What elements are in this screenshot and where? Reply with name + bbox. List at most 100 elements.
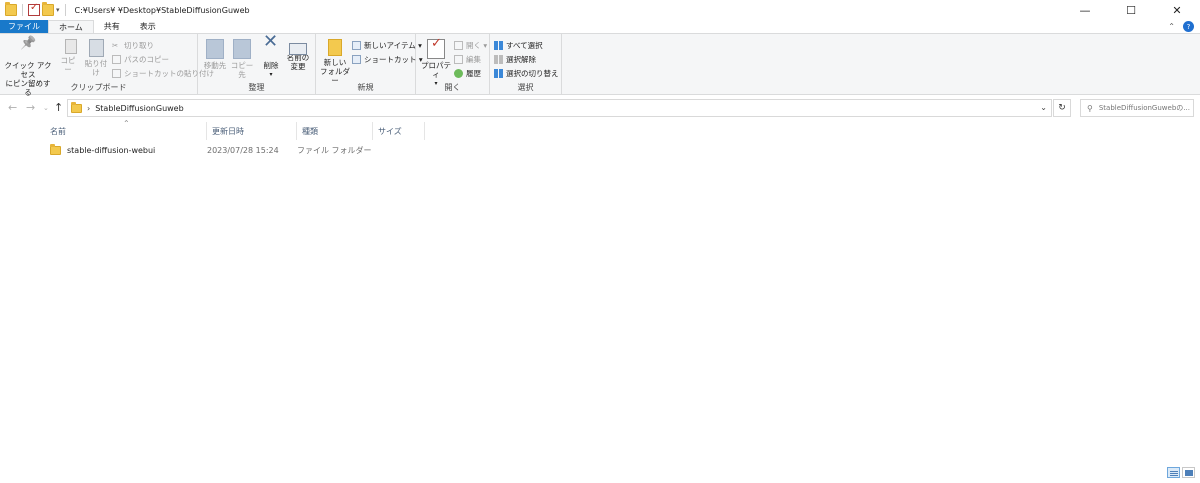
select-group-label: 選択 bbox=[517, 83, 534, 92]
refresh-button[interactable]: ↻ bbox=[1053, 99, 1071, 117]
delete-dropdown-chevron-icon[interactable]: ▾ bbox=[269, 70, 272, 79]
new-item-label: 新しいアイテム ▾ bbox=[364, 41, 422, 50]
open-icon bbox=[454, 41, 463, 50]
open-button[interactable]: 開く ▾ bbox=[454, 40, 487, 51]
select-none-button[interactable]: 選択解除 bbox=[494, 54, 536, 65]
details-view-button[interactable] bbox=[1167, 467, 1180, 478]
properties-icon[interactable] bbox=[28, 2, 40, 16]
folder-icon bbox=[50, 143, 61, 155]
shortcut-button[interactable]: ショートカット ▾ bbox=[352, 54, 423, 65]
organize-group-label: 整理 bbox=[248, 83, 265, 92]
delete-label: 削除 bbox=[263, 61, 279, 70]
search-icon: ⚲ bbox=[1087, 103, 1093, 113]
new-folder-icon[interactable] bbox=[42, 2, 54, 16]
close-button[interactable]: ✕ bbox=[1154, 0, 1200, 20]
history-button[interactable]: 履歴 bbox=[454, 68, 481, 79]
folder-icon bbox=[5, 2, 17, 16]
copy-to-icon bbox=[233, 39, 251, 59]
open-label: 開く ▾ bbox=[466, 41, 488, 50]
edit-button[interactable]: 編集 bbox=[454, 54, 481, 65]
file-name-cell[interactable]: stable-diffusion-webui bbox=[45, 143, 207, 155]
title-bar: ▾ C:¥Users¥ ¥Desktop¥StableDiffusionGuwe… bbox=[0, 0, 1200, 20]
rename-icon bbox=[289, 43, 307, 55]
pin-icon bbox=[19, 39, 37, 59]
invert-selection-button[interactable]: 選択の切り替え bbox=[494, 68, 559, 79]
copy-to-button[interactable]: コピー先 bbox=[229, 39, 255, 79]
tab-share[interactable]: 共有 bbox=[94, 20, 130, 33]
folder-icon bbox=[71, 101, 82, 113]
new-item-button[interactable]: 新しいアイテム ▾ bbox=[352, 40, 422, 51]
address-bar[interactable]: › StableDiffusionGuweb ⌄ bbox=[67, 99, 1052, 117]
maximize-button[interactable]: ☐ bbox=[1108, 0, 1154, 20]
collapse-ribbon-chevron-icon[interactable]: ⌃ bbox=[1168, 22, 1175, 31]
move-to-label: 移動先 bbox=[203, 61, 227, 70]
search-box[interactable]: ⚲ bbox=[1080, 99, 1195, 117]
forward-arrow-icon[interactable]: → bbox=[26, 101, 35, 114]
new-folder-button[interactable]: 新しい フォルダー bbox=[319, 39, 351, 85]
tab-home[interactable]: ホーム bbox=[48, 20, 94, 33]
open-group: プロパティ ▾ 開く ▾ 編集 履歴 開く bbox=[416, 34, 490, 95]
column-header-size[interactable]: サイズ bbox=[373, 122, 425, 140]
details-view-icon bbox=[1169, 469, 1178, 476]
new-folder-label-line1: 新しい bbox=[323, 58, 347, 67]
select-all-button[interactable]: すべて選択 bbox=[494, 40, 543, 51]
history-label: 履歴 bbox=[466, 69, 481, 78]
copy-path-icon bbox=[112, 55, 121, 64]
recent-locations-chevron-icon[interactable]: ⌄ bbox=[43, 104, 49, 112]
copy-path-button[interactable]: パスのコピー bbox=[112, 54, 169, 65]
paste-shortcut-icon bbox=[112, 69, 121, 78]
copy-button[interactable]: コピー bbox=[57, 39, 79, 74]
help-icon[interactable]: ? bbox=[1183, 21, 1194, 32]
view-switcher bbox=[1167, 467, 1195, 478]
address-row: ← → ⌄ ↑ › StableDiffusionGuweb ⌄ ↻ ⚲ bbox=[0, 96, 1200, 120]
delete-button[interactable]: 削除 ▾ bbox=[260, 37, 282, 79]
back-arrow-icon[interactable]: ← bbox=[8, 101, 17, 114]
column-header-type[interactable]: 種類 bbox=[297, 122, 373, 140]
select-none-label: 選択解除 bbox=[506, 55, 536, 64]
invert-selection-label: 選択の切り替え bbox=[506, 69, 559, 78]
up-arrow-icon[interactable]: ↑ bbox=[54, 101, 63, 114]
history-icon bbox=[454, 69, 463, 78]
address-dropdown-chevron-icon[interactable]: ⌄ bbox=[1040, 103, 1047, 112]
properties-check-icon bbox=[427, 39, 445, 59]
breadcrumb[interactable]: StableDiffusionGuweb bbox=[95, 104, 183, 113]
copy-to-label: コピー先 bbox=[230, 61, 254, 79]
customize-toolbar-chevron-icon[interactable]: ▾ bbox=[56, 6, 60, 14]
shortcut-icon bbox=[352, 55, 361, 64]
column-header-modified[interactable]: 更新日時 bbox=[207, 122, 297, 140]
search-input[interactable] bbox=[1098, 104, 1195, 112]
clipboard-group: クイック アクセス にピン留めする コピー 貼り付け ✂ 切り取り パスのコピー… bbox=[0, 34, 214, 97]
divider bbox=[64, 4, 66, 16]
delete-icon bbox=[262, 37, 280, 59]
move-to-button[interactable]: 移動先 bbox=[202, 39, 228, 70]
quick-access-toolbar: ▾ bbox=[0, 0, 69, 20]
file-name[interactable]: stable-diffusion-webui bbox=[67, 146, 155, 155]
copy-label: コピー bbox=[60, 56, 76, 74]
cut-button[interactable]: ✂ 切り取り bbox=[112, 40, 154, 51]
properties-button[interactable]: プロパティ ▾ bbox=[419, 39, 453, 88]
shortcut-label: ショートカット ▾ bbox=[364, 55, 423, 64]
list-item[interactable]: stable-diffusion-webui 2023/07/28 15:24 … bbox=[45, 142, 425, 158]
invert-selection-icon bbox=[494, 69, 503, 78]
paste-button[interactable]: 貼り付け bbox=[82, 39, 110, 77]
file-type: ファイル フォルダー bbox=[297, 145, 372, 155]
properties-label: プロパティ bbox=[421, 61, 451, 79]
open-group-label: 開く bbox=[444, 83, 461, 92]
file-modified: 2023/07/28 15:24 bbox=[207, 145, 279, 155]
breadcrumb-separator-icon[interactable]: › bbox=[87, 104, 90, 113]
new-item-icon bbox=[352, 41, 361, 50]
column-header-name[interactable]: 名前 bbox=[45, 122, 207, 140]
minimize-button[interactable]: — bbox=[1062, 0, 1108, 20]
cut-label: 切り取り bbox=[124, 41, 154, 50]
rename-button[interactable]: 名前の 変更 bbox=[286, 39, 310, 71]
clipboard-group-label: クリップボード bbox=[70, 83, 127, 92]
tab-file[interactable]: ファイル bbox=[0, 20, 48, 33]
large-icons-view-button[interactable] bbox=[1182, 467, 1195, 478]
divider bbox=[22, 4, 23, 16]
scissors-icon: ✂ bbox=[112, 41, 119, 50]
tab-view[interactable]: 表示 bbox=[130, 20, 166, 33]
organize-group: 移動先 コピー先 削除 ▾ 名前の 変更 整理 bbox=[198, 34, 316, 95]
select-group: すべて選択 選択解除 選択の切り替え 選択 bbox=[490, 34, 562, 95]
copy-path-label: パスのコピー bbox=[124, 55, 169, 64]
select-all-icon bbox=[494, 41, 503, 50]
